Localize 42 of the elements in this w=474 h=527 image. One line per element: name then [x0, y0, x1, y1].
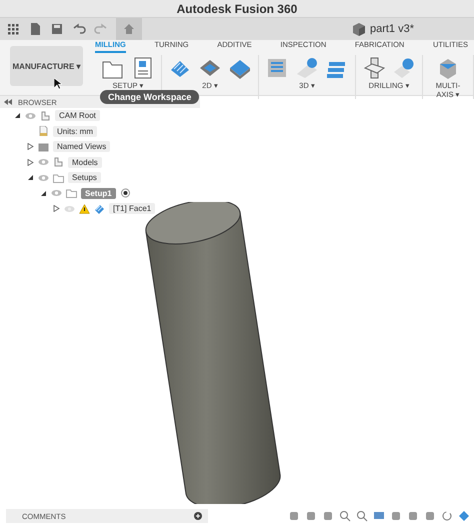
tree-item[interactable]: CAM Root — [55, 110, 100, 122]
document-tab[interactable]: part1 v3* — [370, 23, 414, 35]
home-button[interactable] — [116, 18, 142, 40]
toolpath-icon — [94, 204, 105, 214]
folder-icon — [38, 142, 49, 152]
collapse-icon[interactable] — [14, 112, 21, 120]
cursor-icon — [54, 78, 62, 90]
document-icon — [38, 126, 49, 136]
radio-icon[interactable] — [120, 188, 131, 198]
tree-item[interactable]: Models — [68, 156, 102, 168]
tree-item[interactable]: Named Views — [53, 141, 110, 152]
tree-item[interactable]: [T1] Face1 — [109, 203, 156, 214]
tree-item[interactable]: Units: mm — [53, 126, 97, 137]
folder-icon — [66, 188, 77, 198]
save-icon[interactable] — [50, 22, 64, 36]
diamond-icon[interactable] — [458, 510, 470, 522]
collapse-icon[interactable] — [40, 190, 47, 197]
file-icon[interactable] — [28, 22, 42, 36]
toolpath-icon[interactable] — [265, 56, 289, 80]
add-icon[interactable] — [194, 512, 202, 520]
refresh-icon[interactable] — [441, 510, 453, 522]
toolpath-icon[interactable] — [295, 56, 319, 80]
monitor-icon[interactable] — [373, 510, 385, 522]
workspace-button[interactable]: MANUFACTURE ▾ — [10, 46, 83, 86]
component-icon — [53, 157, 64, 168]
toolpath-icon[interactable] — [362, 56, 386, 80]
undo-icon[interactable] — [72, 22, 86, 36]
toolpath-icon[interactable] — [392, 56, 416, 80]
component-icon — [40, 110, 51, 121]
folder-icon — [53, 172, 64, 183]
expand-icon[interactable] — [27, 158, 34, 166]
tree-item[interactable]: Setups — [68, 172, 101, 184]
home-icon — [123, 23, 135, 35]
cube-icon — [352, 22, 366, 36]
search-icon[interactable] — [339, 510, 351, 522]
search-icon[interactable] — [356, 510, 368, 522]
tooltip: Change Workspace — [100, 90, 200, 104]
collapse-icon[interactable] — [27, 174, 34, 182]
window-title: Autodesk Fusion 360 — [176, 2, 298, 16]
expand-icon[interactable] — [53, 205, 60, 212]
expand-icon[interactable] — [27, 143, 34, 150]
grid-icon[interactable] — [6, 22, 20, 36]
